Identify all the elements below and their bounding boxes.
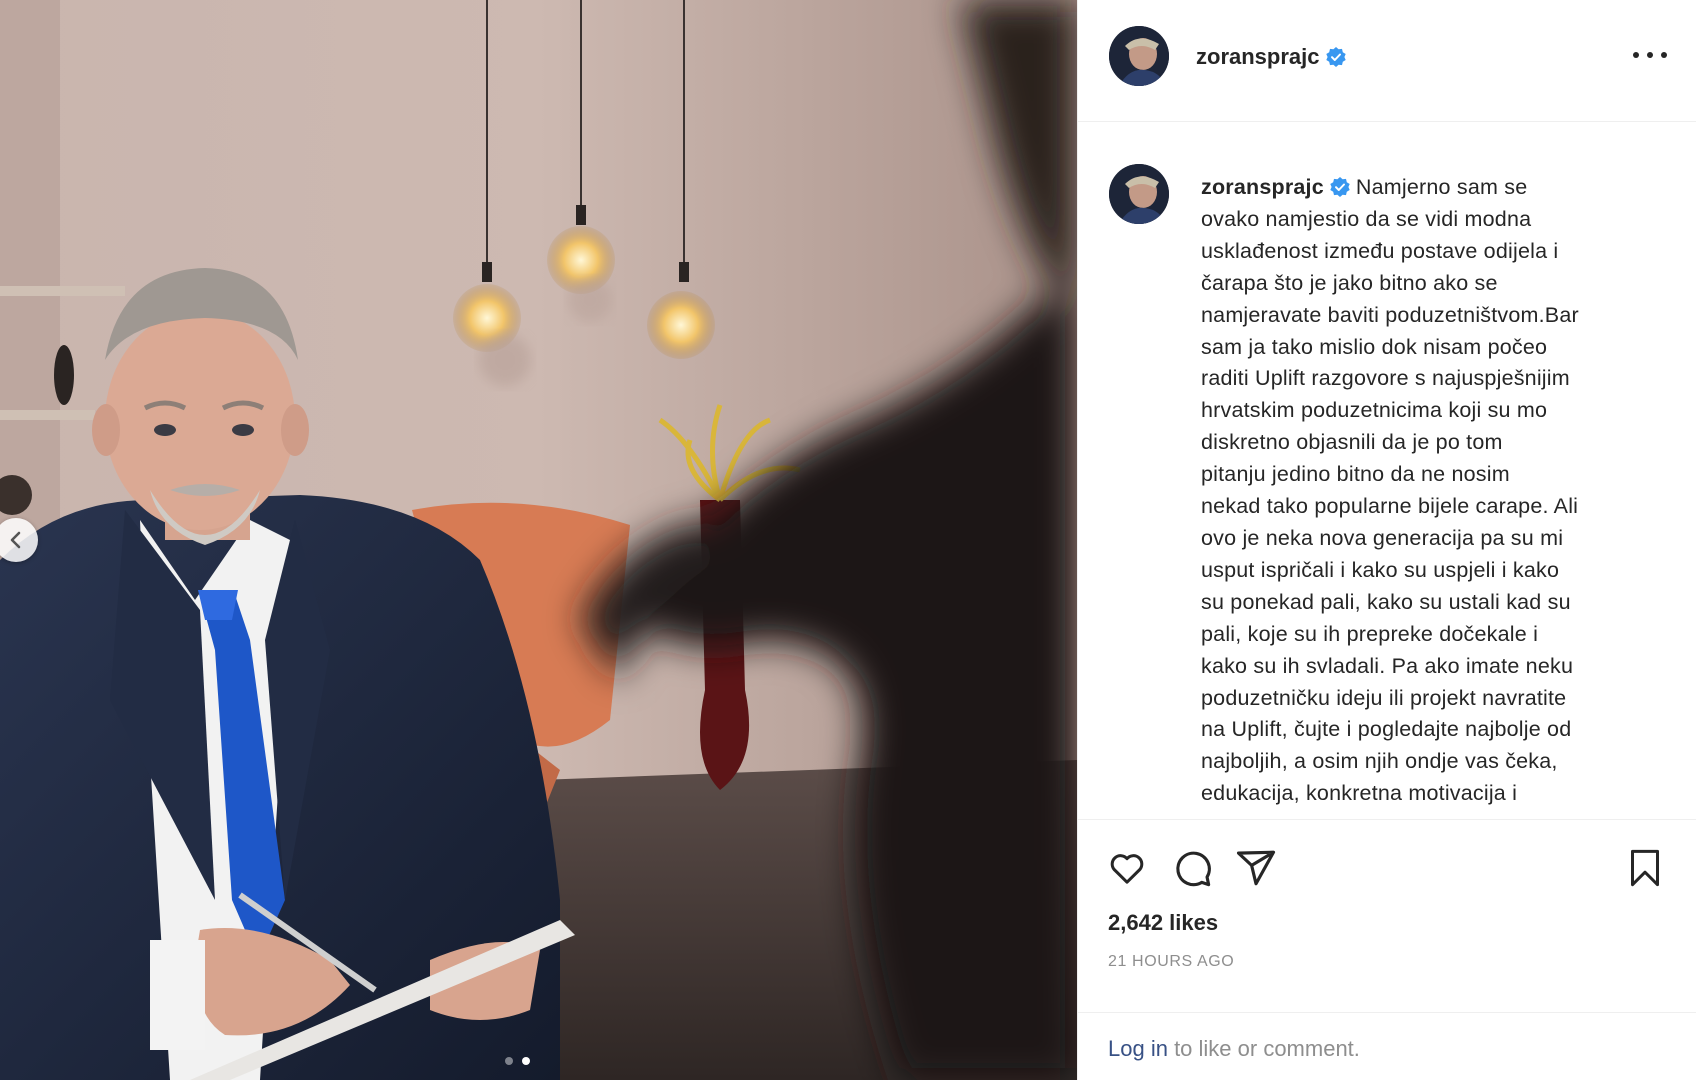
caption-line: usput ispričali i kako su uspjeli i kako [1201, 557, 1560, 582]
caption-line: pitanju jedino bitno da ne nosim [1201, 462, 1510, 487]
login-link[interactable]: Log in [1108, 1036, 1168, 1061]
post-caption: zoransprajc Namjerno sam se ovako namjest… [1078, 122, 1696, 819]
caption-line: sam ja tako mislio dok nisam počeo [1201, 334, 1548, 359]
caption-line: pali, koje su ih prepreke dočekale i [1201, 621, 1539, 646]
caption-line: poduzetničku ideju ili projekt navratite [1201, 685, 1567, 710]
post-actions: 2,642 likes 21 HOURS AGO Log in to like … [1078, 819, 1696, 1081]
caption-text: zoransprajc Namjerno sam se ovako namjest… [1201, 172, 1681, 810]
caption-line-text: Namjerno sam se [1355, 175, 1528, 199]
more-dot [1647, 52, 1653, 58]
like-button[interactable] [1105, 846, 1149, 890]
post-timestamp[interactable]: 21 HOURS AGO [1108, 953, 1234, 971]
caption-line: usklađenost između postave odijela i [1201, 238, 1559, 263]
caption-line: nekad tako popularne bijele carape. Ali [1201, 494, 1579, 519]
heart-icon [1110, 854, 1144, 884]
comment-prompt-text: to like or comment. [1167, 1036, 1360, 1061]
caption-line: raditi Uplift razgovore s najuspješnijim [1201, 366, 1570, 391]
post-header: zoransprajc [1078, 0, 1696, 122]
avatar-image [1109, 164, 1169, 224]
more-options-button[interactable] [1633, 44, 1667, 66]
carousel-dot [505, 1057, 513, 1065]
post-photo [0, 0, 1077, 1080]
caption-line: hrvatskim poduzetnicima koji su mo [1201, 398, 1548, 423]
caption-line: čarapa što je jako bitno ako se [1201, 270, 1498, 295]
carousel-indicator [505, 1057, 530, 1065]
comment-prompt: Log in to like or comment. [1078, 1012, 1696, 1082]
share-icon [1236, 850, 1276, 886]
more-dot [1661, 52, 1667, 58]
more-horizontal-icon [1633, 52, 1639, 58]
verified-badge-icon [1330, 177, 1350, 197]
post-image [0, 0, 1077, 1080]
avatar[interactable] [1109, 26, 1169, 86]
comment-icon [1176, 851, 1211, 887]
comment-button[interactable] [1170, 846, 1214, 890]
likes-count[interactable]: 2,642 likes [1108, 910, 1218, 936]
caption-line: najboljih, a osim njih ondje vas čeka, [1201, 749, 1558, 774]
caption-line: na Uplift, čujte i pogledajte najbolje o… [1201, 717, 1572, 742]
avatar-image [1109, 26, 1169, 86]
caption-line: ovo je neka nova generacija pa su mi [1201, 525, 1564, 550]
post-panel: zoransprajc zoransprajc Namjerno sam se o… [1077, 0, 1696, 1080]
caption-avatar[interactable] [1109, 164, 1169, 224]
verified-badge-icon [1325, 47, 1346, 67]
caption-line: diskretno objasnili da je po tom [1201, 430, 1503, 455]
share-button[interactable] [1234, 846, 1278, 890]
save-button[interactable] [1623, 846, 1667, 890]
caption-line: kako su ih svladali. Pa ako imate neku [1201, 653, 1574, 678]
carousel-dot-active [522, 1057, 530, 1065]
header-username[interactable]: zoransprajc [1196, 44, 1346, 70]
chevron-left-icon [10, 531, 21, 549]
caption-line: namjeravate baviti poduzetništvom.Bar [1201, 302, 1579, 327]
caption-line: zoransprajc Namjerno sam se [1201, 172, 1681, 204]
bookmark-icon [1631, 849, 1659, 887]
header-username-text[interactable]: zoransprajc [1196, 44, 1320, 69]
caption-username[interactable]: zoransprajc [1201, 175, 1324, 199]
caption-line: ovako namjestio da se vidi modna [1201, 206, 1532, 231]
caption-line: edukacija, konkretna motivacija i [1201, 781, 1518, 806]
caption-line: su ponekad pali, kako su ustali kad su [1201, 589, 1571, 614]
